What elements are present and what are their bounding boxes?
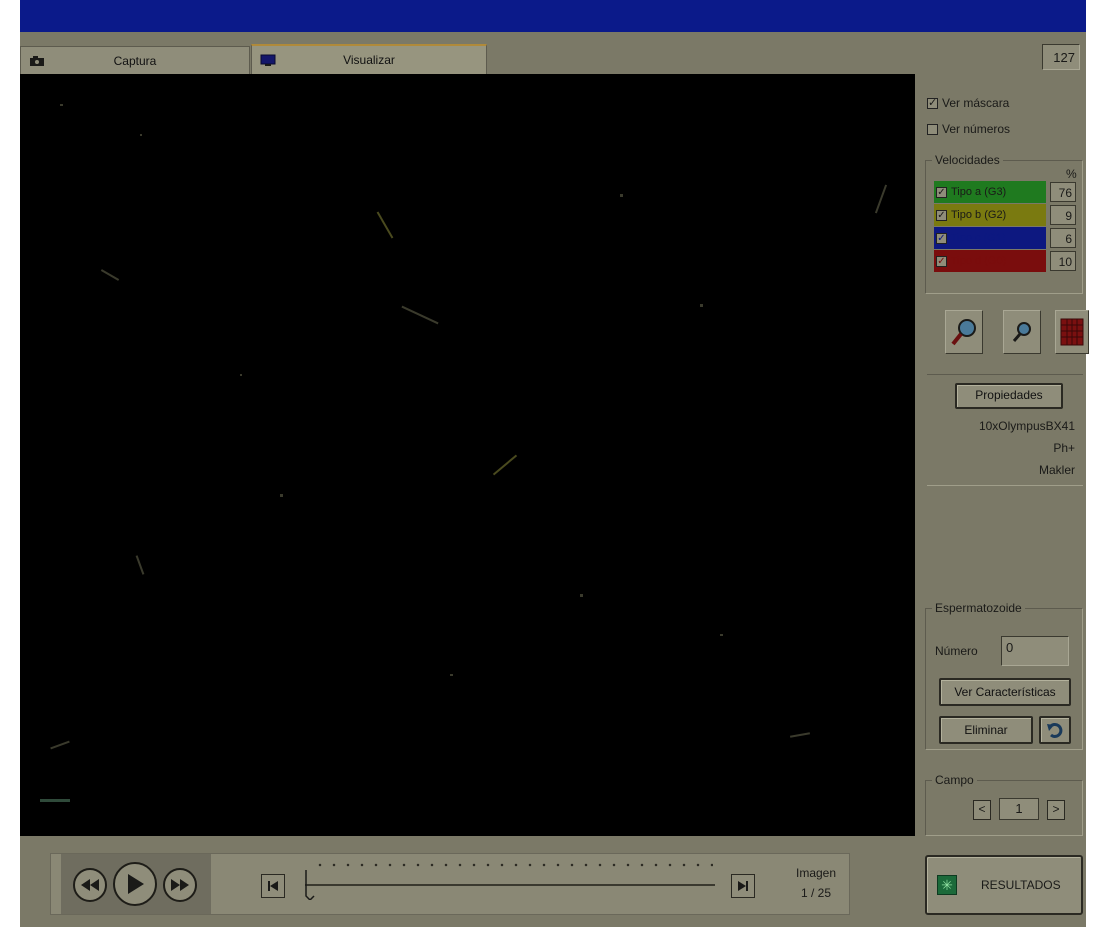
frame-counter: 127: [1042, 44, 1080, 70]
undo-icon: [1047, 722, 1063, 738]
zoom-in-icon: [951, 319, 976, 346]
slider-thumb[interactable]: [305, 870, 315, 900]
campo-value: 1: [999, 798, 1039, 820]
velocidades-title: Velocidades: [932, 153, 1003, 167]
player-controls: [61, 854, 211, 914]
propiedades-line-2: Ph+: [1053, 441, 1075, 455]
fast-forward-icon: [171, 879, 189, 891]
right-panel: ✓ Ver máscara Ver números Velocidades % …: [925, 74, 1089, 927]
tab-captura-label: Captura: [113, 53, 157, 68]
grid-icon: [1060, 318, 1084, 346]
skip-end-icon: [738, 881, 748, 891]
ver-mascara-label: Ver máscara: [942, 96, 1010, 110]
checkbox-checked-icon: ✓: [936, 186, 947, 198]
checkbox-checked-icon: ✓: [936, 209, 947, 221]
first-frame-button[interactable]: [261, 874, 285, 898]
image-viewer[interactable]: [20, 74, 915, 836]
grid-button[interactable]: [1055, 310, 1089, 354]
play-button[interactable]: [113, 862, 157, 906]
resultados-button[interactable]: ✳ RESULTADOS: [925, 855, 1083, 915]
results-icon: ✳: [937, 875, 957, 895]
tab-captura[interactable]: Captura: [20, 46, 250, 74]
speed-label-tipo-a: Tipo a (G3): [951, 186, 1007, 198]
checkbox-checked-icon: ✓: [927, 96, 938, 109]
ver-mascara-checkbox[interactable]: ✓ Ver máscara: [927, 96, 1009, 110]
rewind-button[interactable]: [73, 868, 107, 902]
slider-ticks: [313, 862, 713, 868]
frame-slider[interactable]: [305, 884, 715, 886]
numero-label: Número: [935, 644, 978, 658]
rewind-icon: [81, 879, 99, 891]
propiedades-line-1: 10xOlympusBX41: [978, 419, 1075, 433]
speed-row-tipo-b[interactable]: ✓ Tipo b (G2): [934, 204, 1046, 226]
checkbox-checked-icon: ✓: [936, 232, 947, 244]
campo-prev-button[interactable]: <: [973, 800, 991, 820]
speed-label-tipo-d: Tipo d (G0): [951, 255, 1007, 267]
play-icon: [128, 874, 144, 894]
playback-bar: Imagen 1 / 25: [50, 853, 850, 915]
checkbox-unchecked-icon: [927, 123, 938, 135]
numero-input[interactable]: 0: [1001, 636, 1069, 666]
propiedades-button[interactable]: Propiedades: [955, 383, 1063, 409]
undo-button[interactable]: [1039, 716, 1071, 744]
eliminar-button[interactable]: Eliminar: [939, 716, 1033, 744]
speed-label-tipo-b: Tipo b (G2): [951, 209, 1007, 221]
speed-row-tipo-a[interactable]: ✓ Tipo a (G3): [934, 181, 1046, 203]
speed-percent-tipo-c: 6: [1050, 228, 1076, 248]
speed-row-tipo-d[interactable]: ✓ Tipo d (G0): [934, 250, 1046, 272]
title-bar: [20, 0, 1086, 32]
propiedades-line-3: Makler: [1038, 463, 1075, 477]
ver-numeros-label: Ver números: [942, 122, 1011, 136]
zoom-out-button[interactable]: [1003, 310, 1041, 354]
velocidades-group: Velocidades % ✓ Tipo a (G3) 76 ✓ Tipo b …: [925, 153, 1083, 294]
tab-visualizar[interactable]: Visualizar: [251, 44, 487, 74]
speed-label-tipo-c: Tipo c (G1): [951, 232, 1006, 244]
app-window: Captura Visualizar 127 ✓ Ver máscara Ver…: [20, 0, 1089, 927]
speed-percent-tipo-d: 10: [1050, 251, 1076, 271]
tab-visualizar-label: Visualizar: [343, 53, 395, 67]
propiedades-panel: Propiedades 10xOlympusBX41 Ph+ Makler: [927, 374, 1083, 486]
imagen-label: Imagen: [795, 866, 837, 880]
checkbox-checked-icon: ✓: [936, 255, 947, 267]
last-frame-button[interactable]: [731, 874, 755, 898]
speed-percent-tipo-b: 9: [1050, 205, 1076, 225]
skip-start-icon: [268, 881, 278, 891]
espermatozoide-title: Espermatozoide: [932, 601, 1025, 615]
speed-percent-tipo-a: 76: [1050, 182, 1076, 202]
ver-caracteristicas-button[interactable]: Ver Características: [939, 678, 1071, 706]
ver-numeros-checkbox[interactable]: Ver números: [927, 122, 1010, 136]
campo-next-button[interactable]: >: [1047, 800, 1065, 820]
campo-title: Campo: [932, 773, 977, 787]
resultados-label: RESULTADOS: [981, 878, 1061, 892]
speed-row-tipo-c[interactable]: ✓ Tipo c (G1): [934, 227, 1046, 249]
imagen-value: 1 / 25: [800, 886, 832, 900]
zoom-in-button[interactable]: [945, 310, 983, 354]
fast-forward-button[interactable]: [163, 868, 197, 902]
zoom-out-icon: [1012, 322, 1031, 342]
percent-header: %: [1066, 167, 1077, 181]
